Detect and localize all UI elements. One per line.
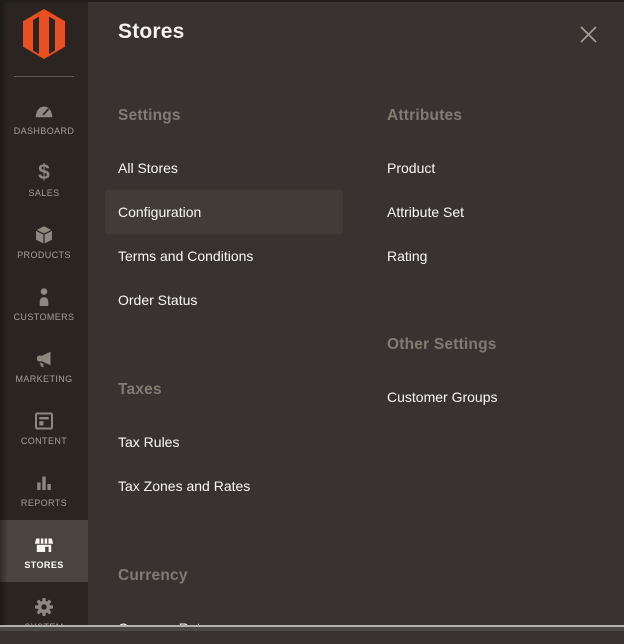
sidebar-item-label: SALES xyxy=(28,188,59,198)
sidebar-item-label: STORES xyxy=(24,560,63,570)
page-below-strip xyxy=(0,627,624,631)
sidebar-item-content[interactable]: CONTENT xyxy=(0,396,88,458)
close-button[interactable] xyxy=(576,22,600,46)
sidebar-divider xyxy=(14,76,74,77)
sidebar-item-sales[interactable]: $ SALES xyxy=(0,148,88,210)
sidebar-item-label: DASHBOARD xyxy=(14,126,75,136)
sidebar-item-system[interactable]: SYSTEM xyxy=(0,582,88,644)
magento-logo[interactable] xyxy=(0,8,88,60)
menu-item-tax-zones-and-rates[interactable]: Tax Zones and Rates xyxy=(105,464,343,508)
menu-item-order-status[interactable]: Order Status xyxy=(105,278,343,322)
sidebar-item-marketing[interactable]: MARKETING xyxy=(0,334,88,396)
top-edge-line xyxy=(0,0,624,2)
sidebar-nav: DASHBOARD $ SALES PRODUCTS CUSTOMER xyxy=(0,86,88,644)
marketing-megaphone-icon xyxy=(33,347,55,371)
sales-dollar-icon: $ xyxy=(38,161,50,185)
section-header: Settings xyxy=(118,107,356,146)
menu-item-attribute-set[interactable]: Attribute Set xyxy=(374,190,612,234)
sidebar-item-label: CUSTOMERS xyxy=(14,312,75,322)
sidebar-item-label: MARKETING xyxy=(15,374,72,384)
menu-item-customer-groups[interactable]: Customer Groups xyxy=(374,375,612,419)
menu-item-tax-rules[interactable]: Tax Rules xyxy=(105,420,343,464)
sidebar-item-reports[interactable]: REPORTS xyxy=(0,458,88,520)
system-gear-icon xyxy=(33,595,55,619)
sidebar-item-customers[interactable]: CUSTOMERS xyxy=(0,272,88,334)
sidebar-item-products[interactable]: PRODUCTS xyxy=(0,210,88,272)
sidebar-item-label: REPORTS xyxy=(21,498,67,508)
sidebar-item-label: PRODUCTS xyxy=(17,250,71,260)
menu-item-all-stores[interactable]: All Stores xyxy=(105,146,343,190)
sidebar-item-label: CONTENT xyxy=(21,436,67,446)
section-header: Currency xyxy=(118,567,356,606)
close-icon xyxy=(577,23,600,46)
menu-item-terms-and-conditions[interactable]: Terms and Conditions xyxy=(105,234,343,278)
menu-item-rating[interactable]: Rating xyxy=(374,234,612,278)
menu-section-attributes: Attributes Product Attribute Set Rating xyxy=(387,107,624,278)
stores-menu-panel: Stores Settings All Stores Configuration… xyxy=(88,0,624,631)
sidebar-item-dashboard[interactable]: DASHBOARD xyxy=(0,86,88,148)
dashboard-gauge-icon xyxy=(33,99,55,123)
reports-barchart-icon xyxy=(33,471,55,495)
customers-person-icon xyxy=(33,285,55,309)
menu-section-currency: Currency Currency Rates xyxy=(118,567,356,631)
stores-shop-icon xyxy=(33,533,55,557)
menu-section-settings: Settings All Stores Configuration Terms … xyxy=(118,107,356,322)
section-header: Other Settings xyxy=(387,336,624,375)
products-box-icon xyxy=(33,223,55,247)
menu-item-configuration[interactable]: Configuration xyxy=(105,190,343,234)
sidebar-item-stores[interactable]: STORES xyxy=(0,520,88,582)
menu-item-product[interactable]: Product xyxy=(374,146,612,190)
admin-sidebar: DASHBOARD $ SALES PRODUCTS CUSTOMER xyxy=(0,0,88,631)
menu-section-other-settings: Other Settings Customer Groups xyxy=(387,336,624,419)
magento-logo-icon xyxy=(22,8,66,60)
panel-title: Stores xyxy=(118,20,185,44)
menu-section-taxes: Taxes Tax Rules Tax Zones and Rates xyxy=(118,381,356,508)
section-header: Taxes xyxy=(118,381,356,420)
content-layout-icon xyxy=(33,409,55,433)
section-header: Attributes xyxy=(387,107,624,146)
